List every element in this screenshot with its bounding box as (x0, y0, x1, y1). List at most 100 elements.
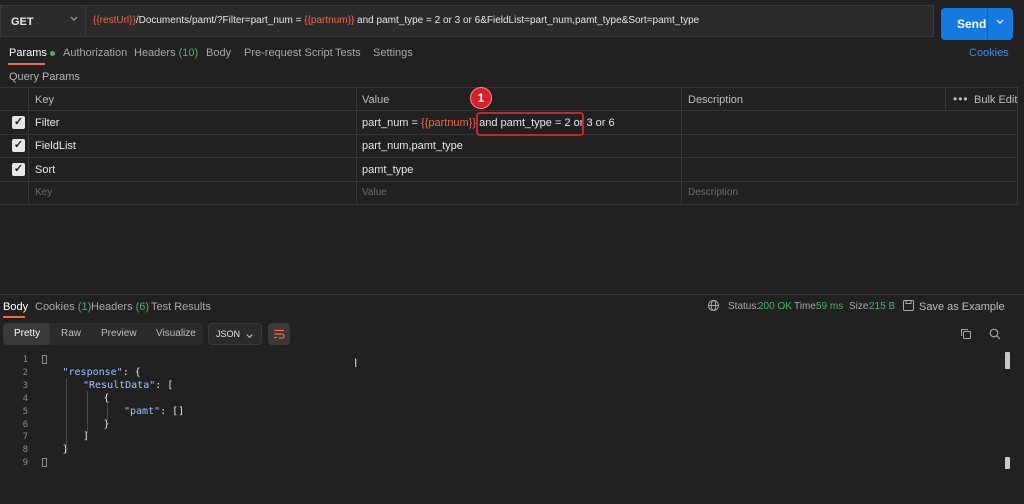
key-placeholder[interactable]: Key (35, 187, 52, 198)
param-checkbox[interactable]: ✓ (12, 139, 25, 152)
tab-settings[interactable]: Settings (373, 47, 413, 59)
line-number: 5 (22, 406, 28, 417)
line-number: 4 (22, 393, 28, 404)
table-border-top (0, 87, 1017, 88)
request-bar: GET {{restUrl}}/Documents/pamt/?Filter=p… (0, 5, 1024, 40)
code-line: ] (83, 431, 90, 443)
column-header-value: Value (362, 94, 390, 106)
size-label: Size: (849, 301, 872, 312)
wrap-lines-button[interactable] (268, 323, 290, 345)
url-input[interactable]: {{restUrl}}/Documents/pamt/?Filter=part_… (85, 5, 934, 37)
description-placeholder[interactable]: Description (688, 187, 738, 198)
tab-label: Params (9, 47, 47, 59)
param-key[interactable]: FieldList (35, 140, 76, 152)
view-mode-raw[interactable]: Raw (61, 328, 81, 339)
param-key[interactable]: Filter (35, 117, 59, 129)
text-token: part_num,pamt_type (362, 140, 463, 152)
json-punctuation: : [ (155, 379, 174, 391)
view-mode-preview[interactable]: Preview (101, 328, 137, 339)
indent-guide (107, 404, 108, 420)
value-placeholder[interactable]: Value (362, 187, 387, 198)
more-options-icon[interactable]: ••• (953, 92, 969, 106)
text-token: pamt_type (362, 164, 414, 176)
line-number: 2 (22, 367, 28, 378)
view-mode-pretty[interactable]: Pretty (14, 328, 40, 339)
active-tab-underline (8, 63, 45, 65)
chevron-down-icon (69, 13, 79, 26)
annotation-badge: 1 (470, 87, 492, 109)
code-line: "pamt": [] (124, 406, 184, 417)
text-token: /Documents/pamt/?Filter=part_num = (135, 15, 305, 26)
tab-body[interactable]: Body (206, 47, 231, 59)
tab-headers[interactable]: Headers (10) (134, 47, 198, 59)
method-select[interactable]: GET (0, 5, 85, 37)
save-as-example-button[interactable]: Save as Example (919, 301, 1005, 313)
code-line: } (103, 418, 110, 430)
response-tab-cookies[interactable]: Cookies (1) (35, 301, 91, 313)
code-line: { (103, 392, 110, 404)
send-divider (987, 8, 988, 40)
response-tab-headers[interactable]: Headers (6) (91, 301, 149, 313)
fold-marker[interactable] (42, 355, 47, 364)
format-select[interactable]: JSON (208, 323, 262, 345)
variable-token: {{partnum}} (304, 15, 355, 26)
line-number: 7 (22, 432, 28, 443)
scrollbar-thumb[interactable] (1005, 457, 1010, 469)
response-tab-body[interactable]: Body (3, 301, 28, 313)
chevron-down-icon (245, 329, 254, 343)
time-value[interactable]: 59 ms (816, 301, 843, 312)
table-column-divider (681, 87, 682, 205)
indent-guide (87, 391, 88, 433)
code-line: "ResultData": [ (83, 380, 173, 391)
time-label: Time: (794, 301, 819, 312)
json-key: "ResultData" (83, 379, 156, 391)
annotation-highlight-box (476, 112, 584, 136)
tab-authorization[interactable]: Authorization (63, 47, 127, 59)
param-value[interactable]: pamt_type (362, 164, 413, 176)
code-line: "response": { (63, 367, 141, 378)
table-border (0, 110, 1017, 111)
save-icon[interactable] (903, 300, 914, 314)
indent-guide (66, 378, 67, 453)
column-header-description: Description (688, 94, 744, 106)
search-icon[interactable] (989, 328, 1001, 343)
tab-tests[interactable]: Tests (335, 47, 361, 59)
bulk-edit-link[interactable]: Bulk Edit (974, 94, 1017, 106)
response-tab-test-results[interactable]: Test Results (151, 301, 211, 313)
json-punctuation: : { (122, 366, 141, 378)
tab-count: (1) (77, 301, 92, 313)
method-label: GET (11, 16, 34, 28)
fold-marker[interactable] (42, 458, 47, 467)
text-cursor-icon: I (354, 356, 358, 370)
line-number: 6 (22, 419, 28, 430)
tab-label: Headers (91, 301, 133, 313)
response-divider (0, 294, 1024, 295)
tab-count: (10) (178, 47, 199, 59)
text-token: and pamt_type = 2 or 3 or 6&FieldList=pa… (354, 15, 700, 26)
param-checkbox[interactable]: ✓ (12, 163, 25, 176)
tab-pre-request-script[interactable]: Pre-request Script (244, 47, 333, 59)
active-response-tab-underline (3, 316, 25, 318)
table-border-bottom (0, 204, 1017, 205)
line-number: 8 (22, 445, 28, 456)
copy-icon[interactable] (960, 328, 972, 343)
table-column-divider (945, 87, 946, 110)
param-checkbox[interactable]: ✓ (12, 116, 25, 129)
view-mode-visualize[interactable]: Visualize (156, 328, 196, 339)
tab-params[interactable]: Params (9, 47, 55, 59)
status-value[interactable]: 200 OK (758, 301, 792, 312)
chevron-down-icon[interactable] (995, 16, 1005, 29)
json-key: "response" (62, 366, 123, 378)
send-button[interactable]: Send (941, 8, 1013, 40)
scrollbar-thumb[interactable] (1005, 352, 1010, 369)
size-value[interactable]: 215 B (869, 301, 895, 312)
table-column-divider (356, 87, 357, 205)
param-key[interactable]: Sort (35, 164, 55, 176)
table-column-divider (28, 87, 29, 205)
cookies-link[interactable]: Cookies (969, 47, 1009, 59)
wrap-icon (273, 328, 285, 343)
variable-token: {{partnum}} (421, 117, 477, 129)
json-key: "pamt" (124, 405, 161, 417)
globe-icon[interactable] (707, 299, 720, 315)
param-value[interactable]: part_num,pamt_type (362, 140, 463, 152)
